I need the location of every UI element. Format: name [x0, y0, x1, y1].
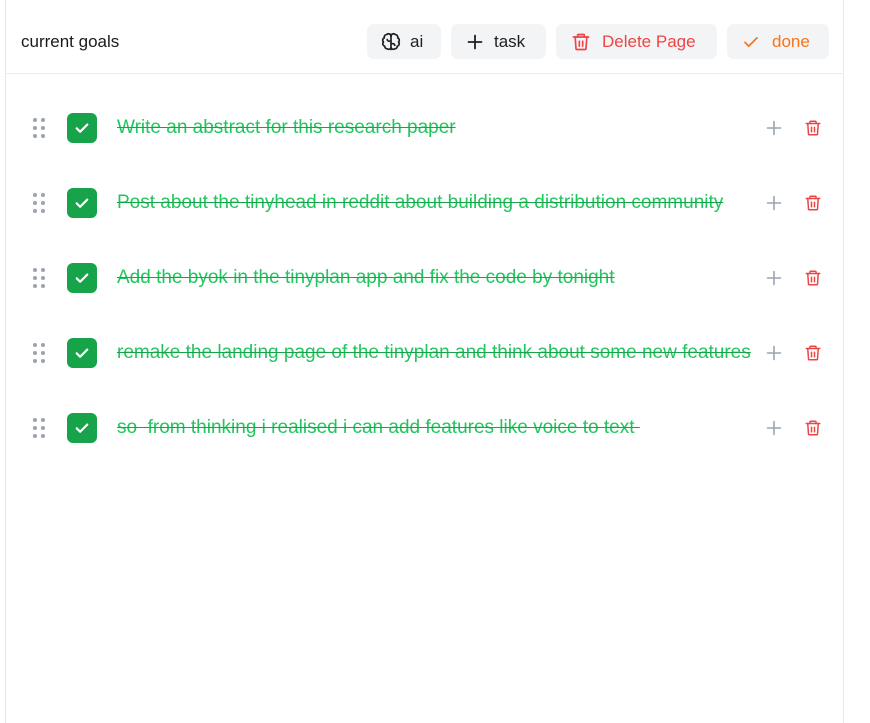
check-icon: [744, 36, 758, 47]
trash-icon[interactable]: [804, 119, 822, 137]
task-row: Post about the tinyhead in reddit about …: [6, 183, 844, 223]
plus-icon[interactable]: [766, 195, 782, 211]
trash-icon[interactable]: [804, 194, 822, 212]
plus-icon: [467, 34, 483, 49]
task-text[interactable]: remake the landing page of the tinyplan …: [117, 342, 765, 364]
delete-page-button[interactable]: Delete Page: [556, 24, 717, 59]
trash-icon[interactable]: [804, 344, 822, 362]
done-button-label: done: [772, 31, 810, 51]
check-icon: [75, 198, 89, 208]
task-checkbox[interactable]: [67, 113, 97, 143]
task-text[interactable]: so from thinking i realised i can add fe…: [117, 417, 765, 439]
goals-panel: current goals ai task Delete Page done W…: [5, 0, 844, 723]
task-row: Add the byok in the tinyplan app and fix…: [6, 258, 844, 298]
ai-button[interactable]: ai: [367, 24, 441, 59]
check-icon: [75, 123, 89, 133]
page-header: current goals ai task Delete Page done: [6, 0, 844, 74]
task-checkbox[interactable]: [67, 263, 97, 293]
plus-icon[interactable]: [766, 270, 782, 286]
trash-icon[interactable]: [804, 269, 822, 287]
done-button[interactable]: done: [727, 24, 829, 59]
drag-handle-icon[interactable]: [32, 267, 46, 289]
plus-icon[interactable]: [766, 345, 782, 361]
check-icon: [75, 348, 89, 358]
plus-icon[interactable]: [766, 120, 782, 136]
add-task-button-label: task: [494, 31, 526, 51]
check-icon: [75, 273, 89, 283]
brain-icon: [381, 32, 401, 50]
task-checkbox[interactable]: [67, 338, 97, 368]
page-title: current goals: [21, 32, 120, 51]
ai-button-label: ai: [410, 31, 424, 51]
task-text[interactable]: Add the byok in the tinyplan app and fix…: [117, 267, 765, 289]
task-row: so from thinking i realised i can add fe…: [6, 408, 844, 448]
drag-handle-icon[interactable]: [32, 417, 46, 439]
task-checkbox[interactable]: [67, 413, 97, 443]
check-icon: [75, 423, 89, 433]
drag-handle-icon[interactable]: [32, 192, 46, 214]
task-text[interactable]: Post about the tinyhead in reddit about …: [117, 192, 765, 214]
task-text[interactable]: Write an abstract for this research pape…: [117, 117, 765, 139]
plus-icon[interactable]: [766, 420, 782, 436]
drag-handle-icon[interactable]: [32, 117, 46, 139]
trash-icon[interactable]: [804, 419, 822, 437]
drag-handle-icon[interactable]: [32, 342, 46, 364]
add-task-button[interactable]: task: [451, 24, 546, 59]
task-row: remake the landing page of the tinyplan …: [6, 333, 844, 373]
task-row: Write an abstract for this research pape…: [6, 108, 844, 148]
delete-page-button-label: Delete Page: [602, 31, 696, 51]
task-checkbox[interactable]: [67, 188, 97, 218]
trash-icon: [572, 33, 590, 50]
